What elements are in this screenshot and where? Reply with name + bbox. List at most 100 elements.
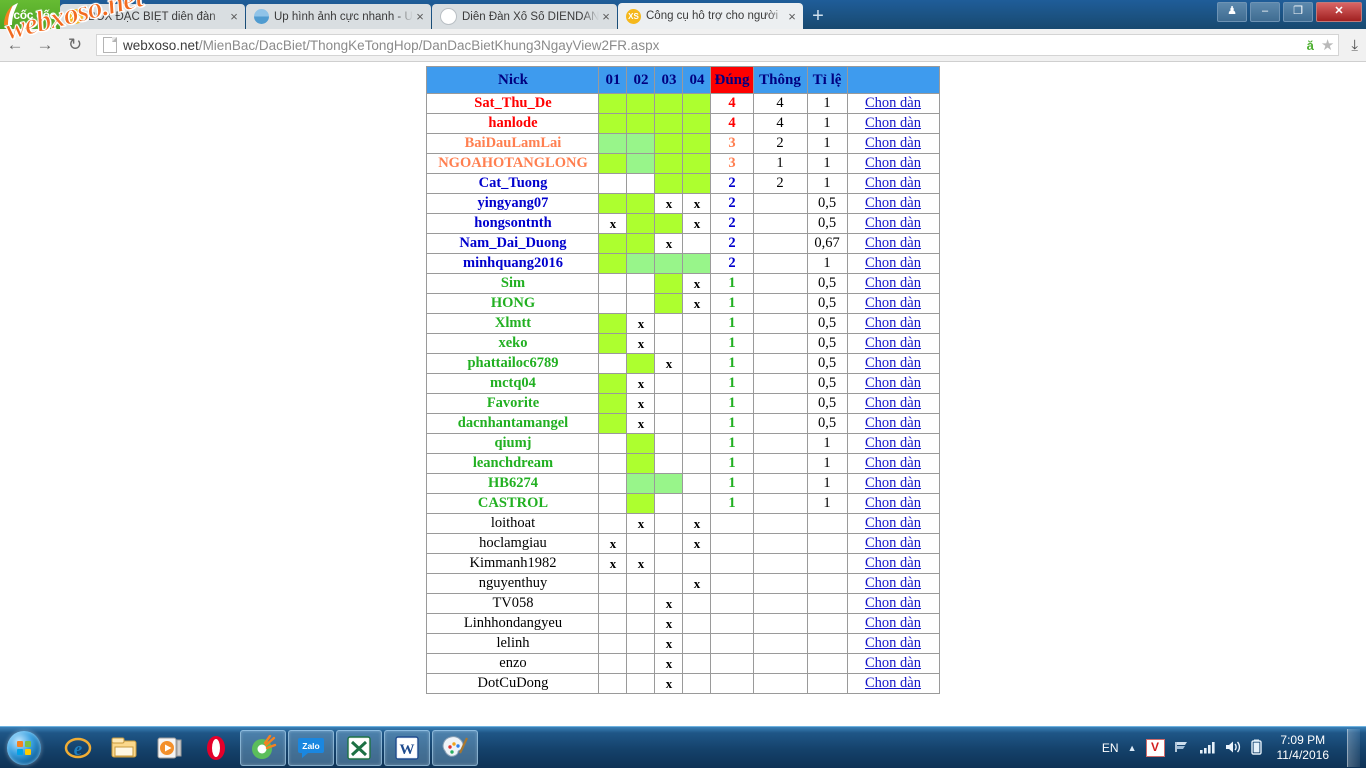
choose-set-link[interactable]: Chon dàn <box>865 135 921 151</box>
header-nick[interactable]: Nick <box>426 66 600 94</box>
choose-set-link[interactable]: Chon dàn <box>865 475 921 491</box>
choose-set-link[interactable]: Chon dàn <box>865 255 921 271</box>
cell-action: Chon dàn <box>846 573 940 594</box>
cell-thong <box>752 373 808 394</box>
battery-icon[interactable] <box>1250 739 1262 758</box>
choose-set-link[interactable]: Chon dàn <box>865 395 921 411</box>
choose-set-link[interactable]: Chon dàn <box>865 335 921 351</box>
choose-set-link[interactable]: Chon dàn <box>865 555 921 571</box>
table-row: yingyang07 x x 2 0,5 Chon dàn <box>426 193 940 214</box>
media-player-icon[interactable] <box>148 731 192 765</box>
bookmark-star-icon[interactable]: ★ <box>1321 36 1334 54</box>
header-04[interactable]: 04 <box>682 66 712 94</box>
choose-set-link[interactable]: Chon dàn <box>865 455 921 471</box>
choose-set-link[interactable]: Chon dàn <box>865 435 921 451</box>
choose-set-link[interactable]: Chon dàn <box>865 215 921 231</box>
table-header-row: Nick 01 02 03 04 Đúng Thông Tỉ lệ <box>426 66 940 94</box>
header-thong[interactable]: Thông <box>752 66 808 94</box>
cell-day-04 <box>682 233 712 254</box>
paint-icon[interactable] <box>432 730 478 766</box>
cell-day-04 <box>682 453 712 474</box>
header-02[interactable]: 02 <box>626 66 656 94</box>
page-info-icon[interactable] <box>103 37 117 53</box>
cell-day-03: x <box>654 633 684 654</box>
choose-set-link[interactable]: Chon dàn <box>865 655 921 671</box>
browser-tab-4-active[interactable]: XS Công cụ hỗ trợ cho người × <box>618 3 803 29</box>
show-desktop-button[interactable] <box>1347 729 1360 767</box>
zalo-icon[interactable]: Zalo <box>288 730 334 766</box>
choose-set-link[interactable]: Chon dàn <box>865 535 921 551</box>
choose-set-link[interactable]: Chon dàn <box>865 495 921 511</box>
language-indicator[interactable]: EN <box>1102 741 1119 755</box>
minimize-button[interactable]: – <box>1250 2 1280 22</box>
cell-tile <box>806 633 848 654</box>
choose-set-link[interactable]: Chon dàn <box>865 295 921 311</box>
unikey-icon[interactable]: V <box>1145 739 1165 757</box>
choose-set-link[interactable]: Chon dàn <box>865 115 921 131</box>
choose-set-link[interactable]: Chon dàn <box>865 375 921 391</box>
header-01[interactable]: 01 <box>598 66 628 94</box>
new-tab-button[interactable]: + <box>804 3 832 29</box>
cell-action: Chon dàn <box>846 193 940 214</box>
opera-icon[interactable] <box>194 731 238 765</box>
choose-set-link[interactable]: Chon dàn <box>865 415 921 431</box>
browser-tab-3[interactable]: Diễn Đàn Xổ Số DIENDAN × <box>432 4 617 29</box>
network-icon[interactable] <box>1174 740 1190 757</box>
header-dung[interactable]: Đúng <box>710 66 754 94</box>
choose-set-link[interactable]: Chon dàn <box>865 175 921 191</box>
coccoc-icon[interactable] <box>240 730 286 766</box>
close-icon[interactable]: × <box>785 10 799 23</box>
cell-dung <box>710 573 754 594</box>
vietnamese-typing-icon[interactable]: ă <box>1307 38 1314 53</box>
back-icon[interactable]: ← <box>0 30 30 60</box>
choose-set-link[interactable]: Chon dàn <box>865 595 921 611</box>
restore-button[interactable]: ❐ <box>1283 2 1313 22</box>
table-row: qiumj 1 1 Chon dàn <box>426 433 940 454</box>
cell-dung: 2 <box>710 193 754 214</box>
cell-action: Chon dàn <box>846 293 940 314</box>
close-window-button[interactable]: ✕ <box>1316 2 1362 22</box>
word-icon[interactable]: W <box>384 730 430 766</box>
choose-set-link[interactable]: Chon dàn <box>865 95 921 111</box>
choose-set-link[interactable]: Chon dàn <box>865 315 921 331</box>
cell-action: Chon dàn <box>846 673 940 694</box>
choose-set-link[interactable]: Chon dàn <box>865 515 921 531</box>
signal-icon[interactable] <box>1199 740 1216 757</box>
choose-set-link[interactable]: Chon dàn <box>865 575 921 591</box>
close-icon[interactable]: × <box>413 10 427 23</box>
header-03[interactable]: 03 <box>654 66 684 94</box>
internet-explorer-icon[interactable]: e <box>56 731 100 765</box>
choose-set-link[interactable]: Chon dàn <box>865 675 921 691</box>
browser-tab-2[interactable]: Up hình ảnh cực nhanh - U × <box>246 4 431 29</box>
cell-tile: 1 <box>806 453 848 474</box>
window-controls: ♟ – ❐ ✕ <box>1217 2 1362 22</box>
excel-icon[interactable] <box>336 730 382 766</box>
volume-icon[interactable] <box>1225 740 1242 757</box>
choose-set-link[interactable]: Chon dàn <box>865 155 921 171</box>
start-button[interactable] <box>0 728 48 768</box>
cell-day-02: x <box>626 513 656 534</box>
cell-day-01 <box>598 673 628 694</box>
address-bar[interactable]: webxoso.net/MienBac/DacBiet/ThongKeTongH… <box>96 34 1340 56</box>
download-icon[interactable]: ⤓ <box>1351 37 1358 54</box>
cell-day-01 <box>598 253 628 274</box>
header-tile[interactable]: Tỉ lệ <box>806 66 848 94</box>
cell-thong <box>752 213 808 234</box>
file-explorer-icon[interactable] <box>102 731 146 765</box>
browser-tab-1[interactable]: XS BOX ĐẶC BIỆT diễn đàn × <box>60 4 245 29</box>
choose-set-link[interactable]: Chon dàn <box>865 275 921 291</box>
choose-set-link[interactable]: Chon dàn <box>865 635 921 651</box>
choose-set-link[interactable]: Chon dàn <box>865 615 921 631</box>
close-icon[interactable]: × <box>599 10 613 23</box>
clock[interactable]: 7:09 PM 11/4/2016 <box>1271 733 1336 763</box>
close-icon[interactable]: × <box>227 10 241 23</box>
cell-nick: dacnhantamangel <box>426 413 600 434</box>
chevron-up-icon[interactable]: ▲ <box>1128 743 1137 753</box>
choose-set-link[interactable]: Chon dàn <box>865 195 921 211</box>
coccoc-logo[interactable]: cốc cốc <box>0 0 60 29</box>
user-profile-button[interactable]: ♟ <box>1217 2 1247 22</box>
forward-icon[interactable]: → <box>30 30 60 60</box>
choose-set-link[interactable]: Chon dàn <box>865 355 921 371</box>
choose-set-link[interactable]: Chon dàn <box>865 235 921 251</box>
reload-icon[interactable]: ↻ <box>60 30 90 60</box>
